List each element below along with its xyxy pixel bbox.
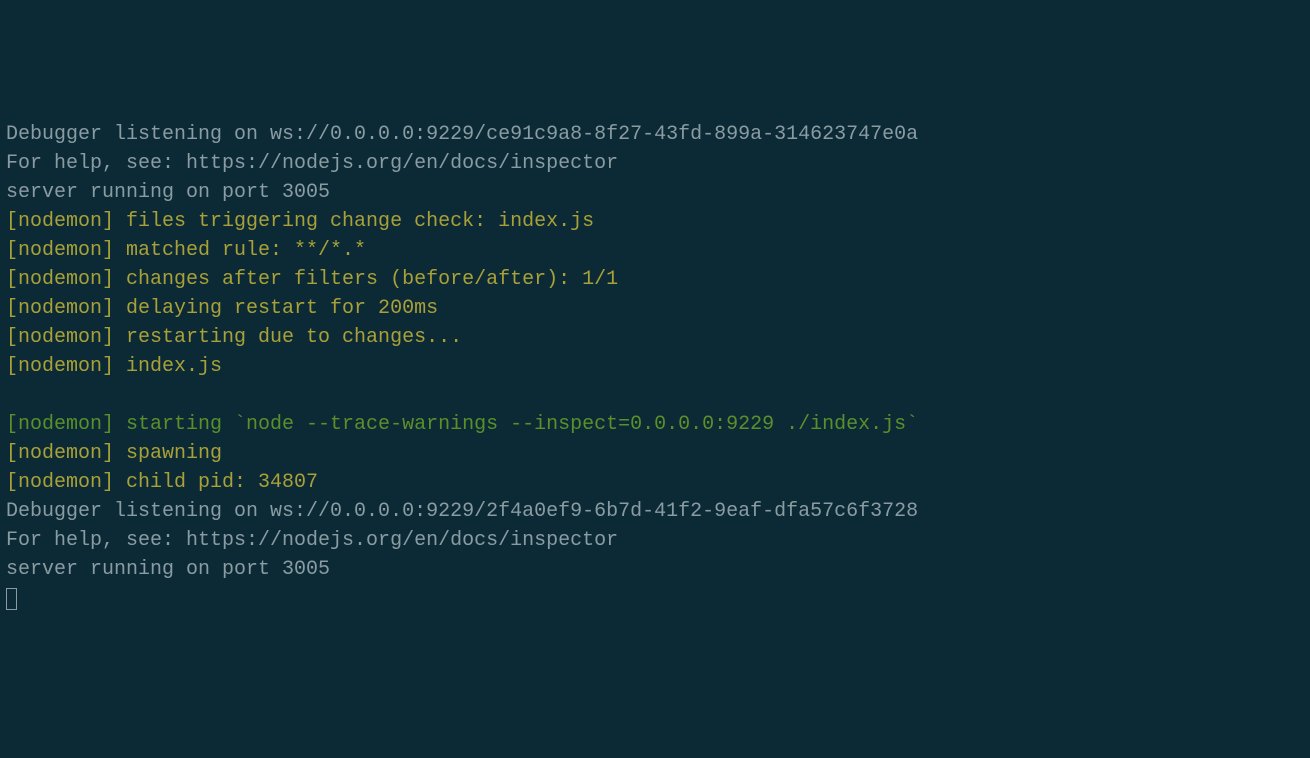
- terminal-line: [nodemon] delaying restart for 200ms: [6, 294, 1304, 323]
- terminal-line: [nodemon] index.js: [6, 352, 1304, 381]
- cursor-icon: [6, 588, 17, 610]
- terminal-line: [nodemon] files triggering change check:…: [6, 207, 1304, 236]
- terminal-line: [nodemon] starting `node --trace-warning…: [6, 410, 1304, 439]
- terminal-line: Debugger listening on ws://0.0.0.0:9229/…: [6, 497, 1304, 526]
- terminal-cursor-line[interactable]: [6, 584, 1304, 613]
- terminal-line: For help, see: https://nodejs.org/en/doc…: [6, 526, 1304, 555]
- terminal-line: [nodemon] matched rule: **/*.*: [6, 236, 1304, 265]
- terminal-line: server running on port 3005: [6, 555, 1304, 584]
- terminal-line: server running on port 3005: [6, 178, 1304, 207]
- terminal-line: [nodemon] changes after filters (before/…: [6, 265, 1304, 294]
- terminal-line: Debugger listening on ws://0.0.0.0:9229/…: [6, 120, 1304, 149]
- terminal-line: [nodemon] child pid: 34807: [6, 468, 1304, 497]
- terminal-line: [6, 381, 1304, 410]
- terminal-line: For help, see: https://nodejs.org/en/doc…: [6, 149, 1304, 178]
- terminal-line: [nodemon] spawning: [6, 439, 1304, 468]
- terminal-line: [nodemon] restarting due to changes...: [6, 323, 1304, 352]
- terminal-output[interactable]: Debugger listening on ws://0.0.0.0:9229/…: [6, 120, 1304, 613]
